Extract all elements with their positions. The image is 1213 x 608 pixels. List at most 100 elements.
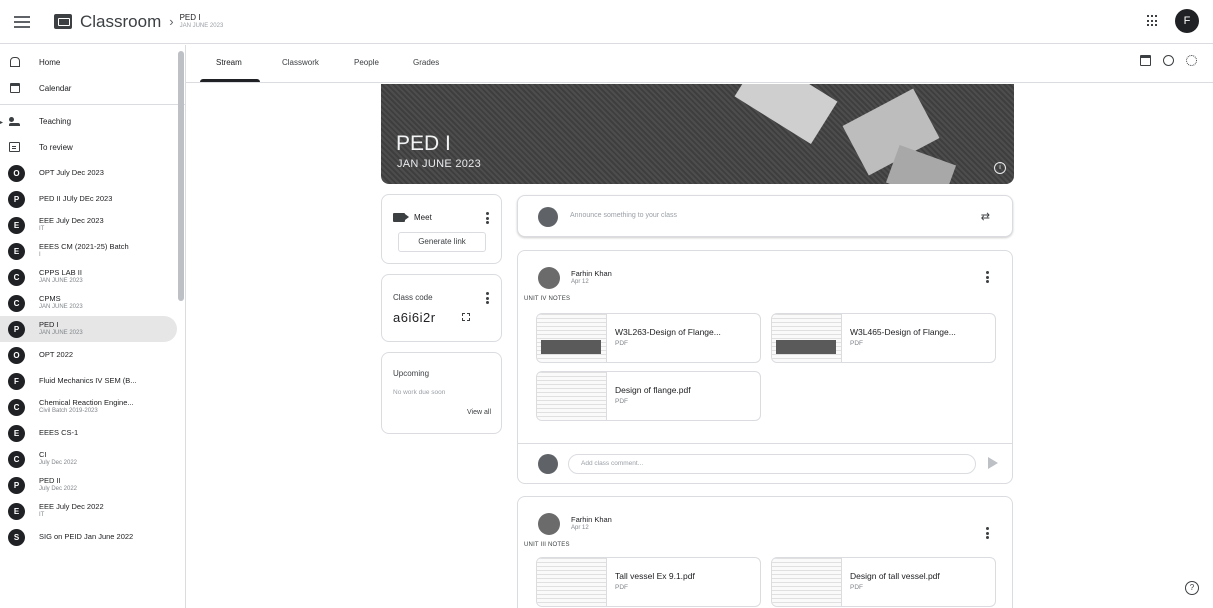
sidebar-class-item[interactable]: C CPMS JAN JUNE 2023 xyxy=(0,290,185,316)
tab-people[interactable]: People xyxy=(354,58,379,67)
class-name: CPMS xyxy=(39,295,61,304)
attachment-card[interactable]: Design of flange.pdf PDF xyxy=(536,371,761,421)
class-name: EEE July Dec 2022 xyxy=(39,503,104,512)
breadcrumb[interactable]: PED I JAN JUNE 2023 xyxy=(179,13,224,29)
class-avatar: O xyxy=(8,164,25,182)
class-name: Fluid Mechanics IV SEM (B... xyxy=(39,376,137,385)
class-subtitle: JAN JUNE 2023 xyxy=(397,158,481,170)
fullscreen-icon[interactable] xyxy=(462,313,470,321)
sidebar-class-item[interactable]: C CI July Dec 2022 xyxy=(0,446,185,472)
attachment-title: W3L465-Design of Flange... xyxy=(850,327,956,337)
attachment-type: PDF xyxy=(615,398,628,405)
sidebar-class-item[interactable]: F Fluid Mechanics IV SEM (B... xyxy=(0,368,185,394)
class-name: EEE July Dec 2023 xyxy=(39,217,104,226)
class-tabs: Stream Classwork People Grades xyxy=(186,45,1213,83)
sidebar-item-home[interactable]: Home xyxy=(0,49,185,75)
attachment-card[interactable]: Tall vessel Ex 9.1.pdf PDF xyxy=(536,557,761,607)
meet-more-icon[interactable] xyxy=(486,212,489,224)
class-name: EEES CS-1 xyxy=(39,428,79,437)
sidebar-item-teaching[interactable]: ▸ Teaching xyxy=(0,108,185,134)
sidebar-item-to-review[interactable]: To review xyxy=(0,134,185,160)
sidebar-item-label: To review xyxy=(39,142,73,152)
sidebar-class-item[interactable]: E EEES CS-1 xyxy=(0,420,185,446)
author-avatar xyxy=(538,267,560,289)
post-more-icon[interactable] xyxy=(986,271,989,283)
sidebar-class-item[interactable]: S SIG on PEID Jan June 2022 xyxy=(0,524,185,550)
app-name[interactable]: Classroom xyxy=(80,12,161,32)
attachment-thumbnail xyxy=(537,558,607,606)
send-icon[interactable] xyxy=(988,457,998,469)
sidebar-class-item[interactable]: C Chemical Reaction Engine... Civil Batch… xyxy=(0,394,185,420)
post-date: Apr 12 xyxy=(571,525,589,531)
attachment-type: PDF xyxy=(615,584,628,591)
sidebar-class-item[interactable]: O OPT July Dec 2023 xyxy=(0,160,185,186)
sidebar-item-label: Teaching xyxy=(39,116,72,126)
class-name: PED I xyxy=(39,321,59,330)
class-title: PED I xyxy=(396,132,451,155)
class-name: CPPS LAB II xyxy=(39,269,82,278)
post-author: Farhin Khan xyxy=(571,515,612,524)
view-all-link[interactable]: View all xyxy=(467,409,491,416)
help-icon[interactable]: ? xyxy=(1185,581,1199,595)
generate-link-button[interactable]: Generate link xyxy=(398,232,486,252)
class-name: Chemical Reaction Engine... xyxy=(39,399,134,408)
sidebar-class-item[interactable]: E EEE July Dec 2022 IT xyxy=(0,498,185,524)
sidebar-class-item[interactable]: O OPT 2022 xyxy=(0,342,185,368)
calendar-icon[interactable] xyxy=(1140,55,1151,66)
attachment-title: Design of flange.pdf xyxy=(615,385,691,395)
attachment-title: Tall vessel Ex 9.1.pdf xyxy=(615,571,695,581)
sidebar-class-item[interactable]: E EEE July Dec 2023 IT xyxy=(0,212,185,238)
tab-classwork[interactable]: Classwork xyxy=(282,58,319,67)
settings-gear-icon[interactable] xyxy=(1186,55,1197,66)
class-name: OPT July Dec 2023 xyxy=(39,168,104,177)
class-tools xyxy=(1140,55,1197,66)
sidebar-item-label: Calendar xyxy=(39,83,72,93)
post-text: UNIT IV NOTES xyxy=(524,296,571,302)
sidebar-class-item[interactable]: E EEES CM (2021-25) Batch I xyxy=(0,238,185,264)
attachment-type: PDF xyxy=(615,340,628,347)
sidebar-class-item[interactable]: P PED II JUly DEc 2023 xyxy=(0,186,185,212)
google-apps-icon[interactable] xyxy=(1147,15,1159,27)
people-icon xyxy=(9,116,20,126)
post-more-icon[interactable] xyxy=(986,527,989,539)
expand-arrow-icon[interactable]: ▸ xyxy=(0,119,3,126)
sidebar-divider xyxy=(0,104,185,105)
class-info-icon[interactable]: i xyxy=(994,162,1006,174)
attachment-thumbnail xyxy=(537,372,607,420)
class-avatar: C xyxy=(8,294,25,312)
repost-icon[interactable]: ⇄ xyxy=(981,210,990,223)
breadcrumb-class-subtitle: JAN JUNE 2023 xyxy=(179,22,224,29)
sidebar-item-calendar[interactable]: Calendar xyxy=(0,75,185,101)
sidebar-class-item-active[interactable]: P PED I JAN JUNE 2023 xyxy=(0,316,177,342)
attachment-card[interactable]: Design of tall vessel.pdf PDF xyxy=(771,557,996,607)
class-comment-input[interactable]: Add class comment... xyxy=(568,454,976,474)
main-menu-button[interactable] xyxy=(14,15,30,28)
comment-row: Add class comment... xyxy=(518,443,1012,483)
attachment-type: PDF xyxy=(850,584,863,591)
class-code-more-icon[interactable] xyxy=(486,292,489,304)
account-avatar[interactable]: F xyxy=(1175,9,1199,33)
class-name: PED II JUly DEc 2023 xyxy=(39,194,113,203)
sidebar-class-item[interactable]: P PED II July Dec 2022 xyxy=(0,472,185,498)
class-avatar: C xyxy=(8,268,25,286)
drive-folder-icon[interactable] xyxy=(1163,55,1174,66)
tab-grades[interactable]: Grades xyxy=(413,58,439,67)
class-avatar: E xyxy=(8,502,25,520)
meet-label: Meet xyxy=(414,213,432,222)
class-name: PED II xyxy=(39,477,61,486)
attachment-card[interactable]: W3L263-Design of Flange... PDF xyxy=(536,313,761,363)
announce-box[interactable]: Announce something to your class ⇄ xyxy=(517,195,1013,237)
sidebar-class-item[interactable]: C CPPS LAB II JAN JUNE 2023 xyxy=(0,264,185,290)
classroom-logo-icon[interactable] xyxy=(54,14,72,29)
class-avatar: F xyxy=(8,372,25,390)
announce-placeholder: Announce something to your class xyxy=(570,212,678,219)
class-section: JAN JUNE 2023 xyxy=(39,303,83,310)
class-section: JAN JUNE 2023 xyxy=(39,277,83,284)
tab-stream[interactable]: Stream xyxy=(216,58,242,67)
upcoming-empty-text: No work due soon xyxy=(393,389,446,396)
breadcrumb-separator: › xyxy=(169,14,174,29)
class-section: JAN JUNE 2023 xyxy=(39,329,83,336)
class-avatar: P xyxy=(8,476,25,494)
attachment-card[interactable]: W3L465-Design of Flange... PDF xyxy=(771,313,996,363)
class-section: July Dec 2022 xyxy=(39,459,78,466)
